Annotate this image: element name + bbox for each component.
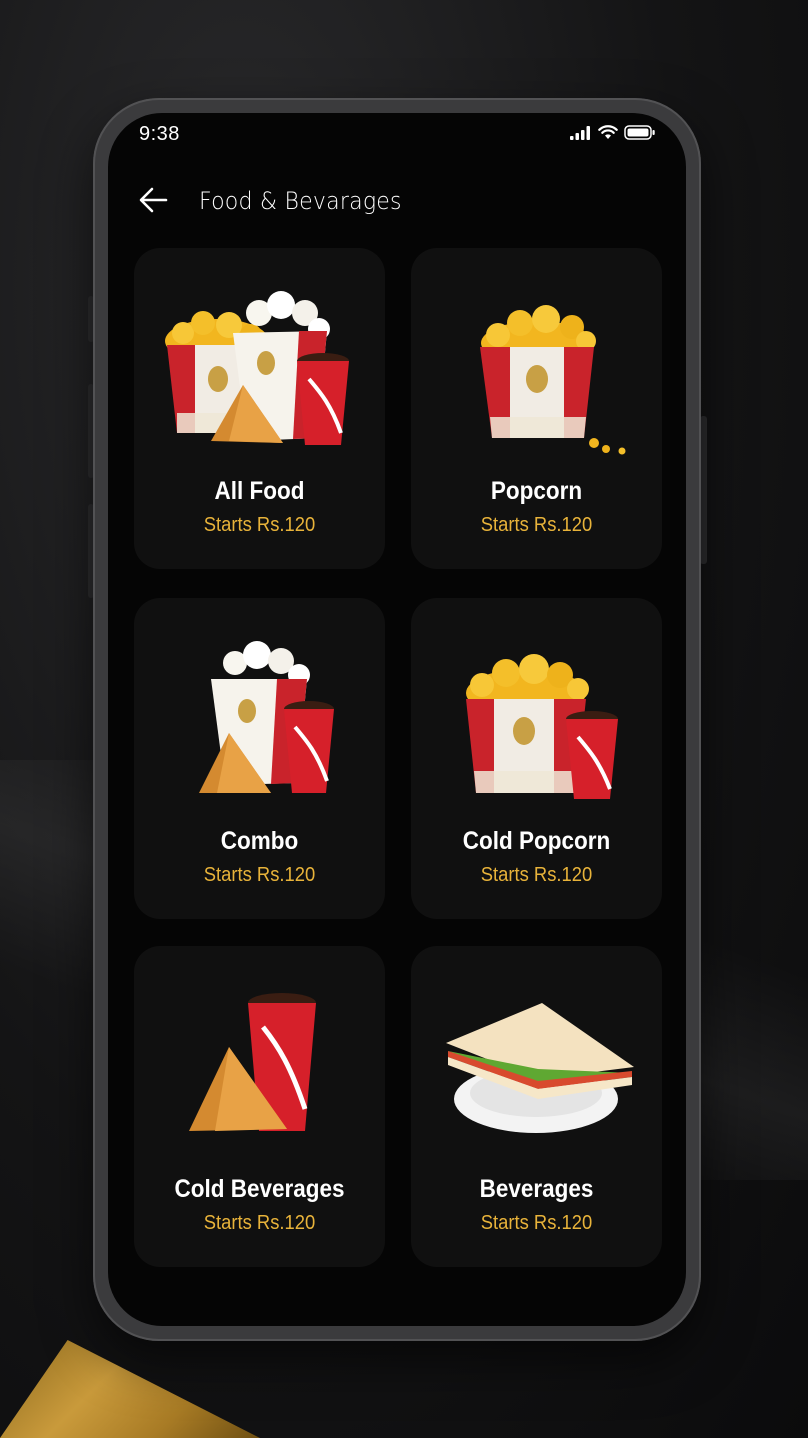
popcorn-tub-graphic xyxy=(480,305,626,455)
category-card-beverages[interactable]: Beverages Starts Rs.120 xyxy=(411,946,662,1267)
category-card-combo[interactable]: Combo Starts Rs.120 xyxy=(134,598,385,919)
status-bar: 9:38 xyxy=(108,113,686,157)
category-name: Cold Popcorn xyxy=(462,827,611,855)
status-time: 9:38 xyxy=(139,123,180,145)
signal-icon xyxy=(570,125,590,140)
samosa-cola-image xyxy=(189,993,316,1131)
category-card-cold-beverages[interactable]: Cold Beverages Starts Rs.120 xyxy=(134,946,385,1267)
phone-screen: 9:38 Food & Bevarages All Food Starts Rs… xyxy=(108,113,686,1326)
sandwich-plate-image xyxy=(446,1003,634,1133)
category-name: Combo xyxy=(220,827,299,855)
wifi-icon xyxy=(598,125,618,139)
page-title: Food & Bevarages xyxy=(199,187,402,215)
category-card-popcorn[interactable]: Popcorn Starts Rs.120 xyxy=(411,248,662,569)
power-button xyxy=(700,416,707,564)
category-name: Beverages xyxy=(479,1175,594,1203)
popcorn-box-samosa-cola-image xyxy=(199,641,334,793)
cola-cup-graphic xyxy=(297,353,349,445)
category-price: Starts Rs.120 xyxy=(480,1212,593,1234)
app-header: Food & Bevarages xyxy=(108,179,686,223)
category-price: Starts Rs.120 xyxy=(480,514,593,536)
category-price: Starts Rs.120 xyxy=(203,1212,316,1234)
category-price: Starts Rs.120 xyxy=(203,864,316,886)
category-price: Starts Rs.120 xyxy=(480,864,593,886)
category-card-all-food[interactable]: All Food Starts Rs.120 xyxy=(134,248,385,569)
category-name: All Food xyxy=(214,477,305,505)
category-card-cold-popcorn[interactable]: Cold Popcorn Starts Rs.120 xyxy=(411,598,662,919)
category-price: Starts Rs.120 xyxy=(203,514,316,536)
cola-cup-graphic xyxy=(284,701,334,793)
battery-icon xyxy=(624,125,655,140)
popcorn-tub-cola-image xyxy=(466,654,618,799)
category-name: Cold Beverages xyxy=(174,1175,345,1203)
popcorn-samosa-cola-image xyxy=(165,291,349,445)
category-name: Popcorn xyxy=(490,477,583,505)
cola-cup-graphic xyxy=(566,711,618,799)
back-arrow-icon[interactable] xyxy=(138,185,170,215)
gold-foil-decoration xyxy=(0,1340,260,1438)
popcorn-tub-image xyxy=(480,305,626,455)
